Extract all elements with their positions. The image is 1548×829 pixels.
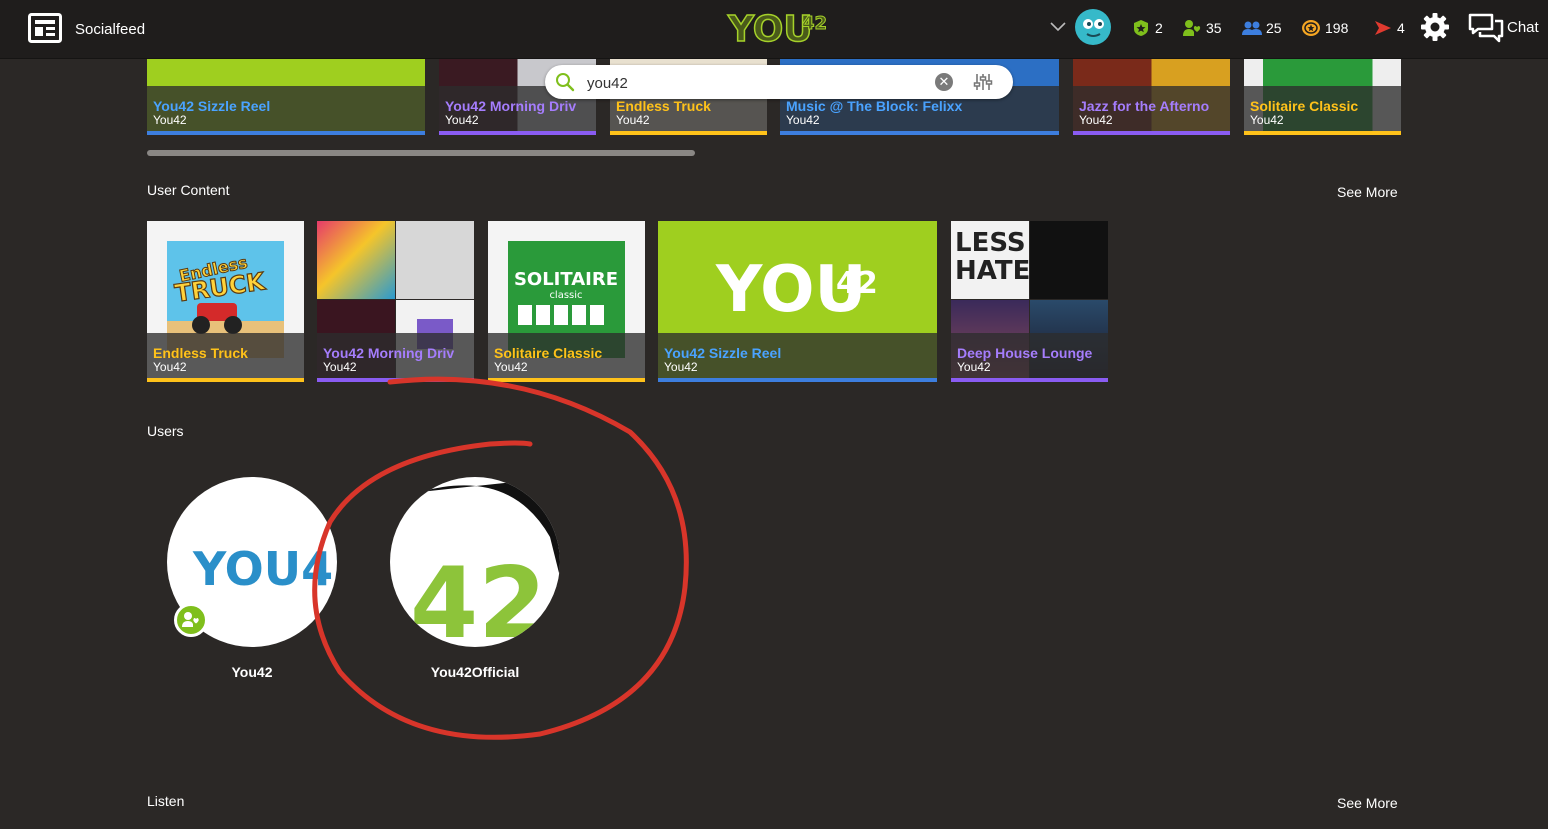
- card-title: Music @ The Block: Felixx: [786, 98, 963, 114]
- media-card[interactable]: SOLITAIRE classic Solitaire Classic You4…: [488, 221, 645, 382]
- card-author: You42: [1079, 113, 1113, 127]
- media-card[interactable]: You42 Sizzle Reel You42: [147, 58, 425, 135]
- coins-stat[interactable]: 198: [1301, 18, 1348, 38]
- card-author: You42: [616, 113, 650, 127]
- coins-count: 198: [1325, 20, 1349, 36]
- achievements-count: 2: [1155, 20, 1163, 36]
- gear-icon[interactable]: [1420, 12, 1450, 42]
- card-title: Jazz for the Afterno: [1079, 98, 1210, 114]
- card-author: You42: [153, 360, 187, 374]
- card-author: You42: [1250, 113, 1284, 127]
- section-title-users: Users: [147, 423, 184, 439]
- card-author: You42: [153, 113, 187, 127]
- svg-text:YOU: YOU: [727, 9, 813, 47]
- svg-text:42: 42: [802, 13, 826, 34]
- user-name[interactable]: You42Official: [390, 664, 560, 680]
- art-text: LESS: [955, 228, 1026, 258]
- avatar-face-icon: [1083, 19, 1104, 37]
- friends-stat[interactable]: 25: [1242, 18, 1282, 38]
- card-title: Solitaire Classic: [1250, 98, 1359, 114]
- heart-user-icon: [182, 612, 199, 627]
- art-text: SOLITAIRE: [514, 269, 618, 290]
- see-more-link[interactable]: See More: [1337, 184, 1398, 200]
- flag-icon: [1375, 21, 1391, 35]
- see-more-link[interactable]: See More: [1337, 795, 1398, 811]
- card-author: You42: [786, 113, 820, 127]
- notifications-count: 4: [1397, 20, 1405, 36]
- card-accent-bar: [488, 378, 645, 382]
- you42-logo[interactable]: YOU 42: [724, 5, 826, 47]
- you42official-avatar-art: 42: [410, 477, 560, 647]
- media-card[interactable]: Jazz for the Afterno You42: [1073, 58, 1230, 135]
- card-author: You42: [323, 360, 357, 374]
- art-text: 42: [836, 266, 878, 301]
- card-accent-bar: [658, 378, 937, 382]
- achievements-stat[interactable]: 2: [1131, 18, 1163, 38]
- card-accent-bar: [951, 378, 1108, 382]
- card-accent-bar: [610, 131, 767, 135]
- card-accent-bar: [780, 131, 1059, 135]
- notifications-stat[interactable]: 4: [1373, 18, 1405, 38]
- top-bar: Socialfeed YOU 42 2 35 25 198 4 Chat: [0, 0, 1548, 59]
- card-title: Endless Truck: [153, 345, 248, 361]
- card-title: You42 Morning Driv: [445, 98, 577, 114]
- avatar-text: YOU42: [192, 542, 337, 596]
- filter-sliders-icon[interactable]: [973, 72, 993, 92]
- card-title: Deep House Lounge: [957, 345, 1093, 361]
- card-title: You42 Sizzle Reel: [664, 345, 782, 361]
- media-card[interactable]: LESS HATE Deep House Lounge You42: [951, 221, 1108, 382]
- art-text: HATE: [955, 256, 1029, 286]
- section-title-listen: Listen: [147, 793, 185, 809]
- card-author: You42: [664, 360, 698, 374]
- socialfeed-link[interactable]: Socialfeed: [75, 21, 145, 38]
- card-title: You42 Morning Driv: [323, 345, 455, 361]
- media-card[interactable]: Solitaire Classic You42: [1244, 58, 1401, 135]
- search-icon: [556, 73, 575, 92]
- media-card[interactable]: Endless TRUCK Endless Truck You42: [147, 221, 304, 382]
- users-icon: [1242, 21, 1262, 35]
- card-title: Solitaire Classic: [494, 345, 603, 361]
- chevron-down-icon[interactable]: [1049, 18, 1067, 34]
- card-title: You42 Sizzle Reel: [153, 98, 271, 114]
- chat-icon[interactable]: [1468, 12, 1504, 44]
- carousel-scrollbar[interactable]: [147, 150, 695, 156]
- card-accent-bar: [1244, 131, 1401, 135]
- media-card[interactable]: You42 Morning Driv You42: [317, 221, 474, 382]
- heart-user-icon: [1183, 20, 1201, 36]
- media-card[interactable]: YOU 42 You42 Sizzle Reel You42: [658, 221, 937, 382]
- coin-icon: [1302, 20, 1320, 36]
- section-title-user-content: User Content: [147, 182, 230, 198]
- card-accent-bar: [1073, 131, 1230, 135]
- chat-link[interactable]: Chat: [1507, 19, 1539, 36]
- star-badge-icon: [1134, 20, 1148, 36]
- user-card[interactable]: 42 You42Official: [390, 477, 560, 687]
- card-author: You42: [494, 360, 528, 374]
- card-accent-bar: [147, 378, 304, 382]
- less-hate-art: LESS HATE: [955, 228, 1030, 286]
- friend-badge: [174, 603, 208, 637]
- profile-avatar[interactable]: [1075, 9, 1111, 45]
- card-accent-bar: [317, 378, 474, 382]
- user-card[interactable]: YOU42 You42: [167, 477, 337, 687]
- search-input[interactable]: [585, 71, 929, 95]
- friends-count: 25: [1266, 20, 1282, 36]
- newsfeed-icon[interactable]: [28, 13, 62, 43]
- card-title: Endless Truck: [616, 98, 711, 114]
- card-author: You42: [957, 360, 991, 374]
- card-author: You42: [445, 113, 479, 127]
- user-name[interactable]: You42: [167, 664, 337, 680]
- avatar[interactable]: 42: [390, 477, 560, 647]
- art-text: classic: [549, 290, 582, 301]
- followers-count: 35: [1206, 20, 1222, 36]
- followers-stat[interactable]: 35: [1182, 18, 1222, 38]
- search-bar: ✕: [545, 65, 1013, 99]
- clear-search-icon[interactable]: ✕: [935, 73, 953, 91]
- avatar-text: 42: [410, 547, 546, 647]
- card-accent-bar: [439, 131, 596, 135]
- card-accent-bar: [147, 131, 425, 135]
